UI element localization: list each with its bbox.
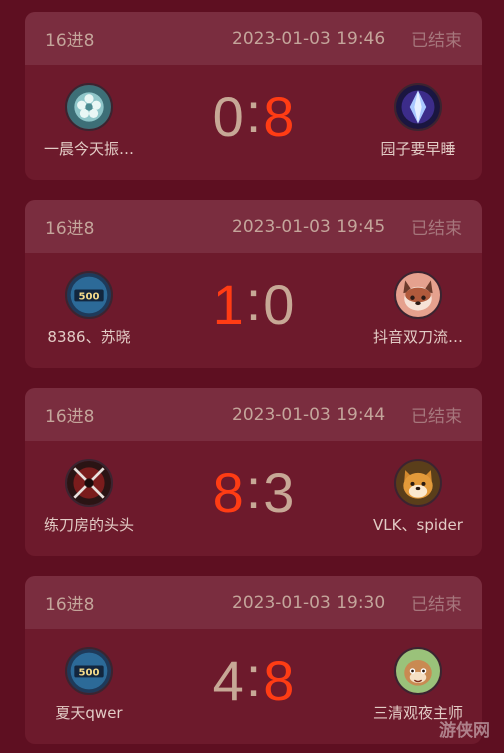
match-card[interactable]: 16进8 2023-01-03 19:44 已结束 练刀房的头头 8:3 VLK… <box>25 388 482 556</box>
match-time: 2023-01-03 19:46 <box>232 28 386 49</box>
left-score: 8 <box>212 461 244 524</box>
watermark: 游侠网 <box>439 721 490 741</box>
player-name: 抖音双刀流… <box>372 328 463 346</box>
match-time: 2023-01-03 19:44 <box>232 404 386 425</box>
fox-avatar-icon[interactable] <box>394 271 442 319</box>
match-round: 16进8 <box>45 31 95 51</box>
match-card[interactable]: 16进8 2023-01-03 19:46 已结束 一晨今天振… 0:8 园子要… <box>25 12 482 180</box>
player-right[interactable]: 园子要早睡 <box>358 83 478 159</box>
right-score: 8 <box>263 649 295 712</box>
match-header: 16进8 2023-01-03 19:46 已结束 <box>25 12 482 65</box>
match-card[interactable]: 16进8 2023-01-03 19:30 已结束 500 夏天qwer 4:8… <box>25 576 482 744</box>
match-card[interactable]: 16进8 2023-01-03 19:45 已结束 500 8386、苏晓 1:… <box>25 200 482 368</box>
match-body: 一晨今天振… 0:8 园子要早睡 <box>25 65 482 180</box>
player-right[interactable]: 三清观夜主师 <box>358 647 478 723</box>
right-score: 8 <box>263 85 295 148</box>
match-time: 2023-01-03 19:45 <box>232 216 386 237</box>
shiba-dog-icon[interactable] <box>394 459 442 507</box>
match-round: 16进8 <box>45 219 95 239</box>
right-score: 0 <box>263 273 295 336</box>
match-status: 已结束 <box>411 31 462 51</box>
left-score: 4 <box>212 649 244 712</box>
purple-crystal-icon[interactable] <box>394 83 442 131</box>
match-body: 500 夏天qwer 4:8 三清观夜主师 <box>25 629 482 744</box>
match-body: 500 8386、苏晓 1:0 抖音双刀流… <box>25 253 482 368</box>
match-header: 16进8 2023-01-03 19:45 已结束 <box>25 200 482 253</box>
match-header: 16进8 2023-01-03 19:30 已结束 <box>25 576 482 629</box>
match-time: 2023-01-03 19:30 <box>232 592 386 613</box>
match-status: 已结束 <box>411 219 462 239</box>
match-header: 16进8 2023-01-03 19:44 已结束 <box>25 388 482 441</box>
match-status: 已结束 <box>411 407 462 427</box>
cartoon-face-icon[interactable] <box>394 647 442 695</box>
player-right[interactable]: VLK、spider <box>358 459 478 535</box>
match-list: 16进8 2023-01-03 19:46 已结束 一晨今天振… 0:8 园子要… <box>25 12 482 753</box>
right-score: 3 <box>263 461 295 524</box>
left-score: 1 <box>212 273 244 336</box>
match-status: 已结束 <box>411 595 462 615</box>
match-body: 练刀房的头头 8:3 VLK、spider <box>25 441 482 556</box>
match-round: 16进8 <box>45 407 95 427</box>
player-name: VLK、spider <box>373 516 463 534</box>
left-score: 0 <box>212 85 244 148</box>
match-round: 16进8 <box>45 595 95 615</box>
player-right[interactable]: 抖音双刀流… <box>358 271 478 347</box>
player-name: 园子要早睡 <box>380 140 456 158</box>
